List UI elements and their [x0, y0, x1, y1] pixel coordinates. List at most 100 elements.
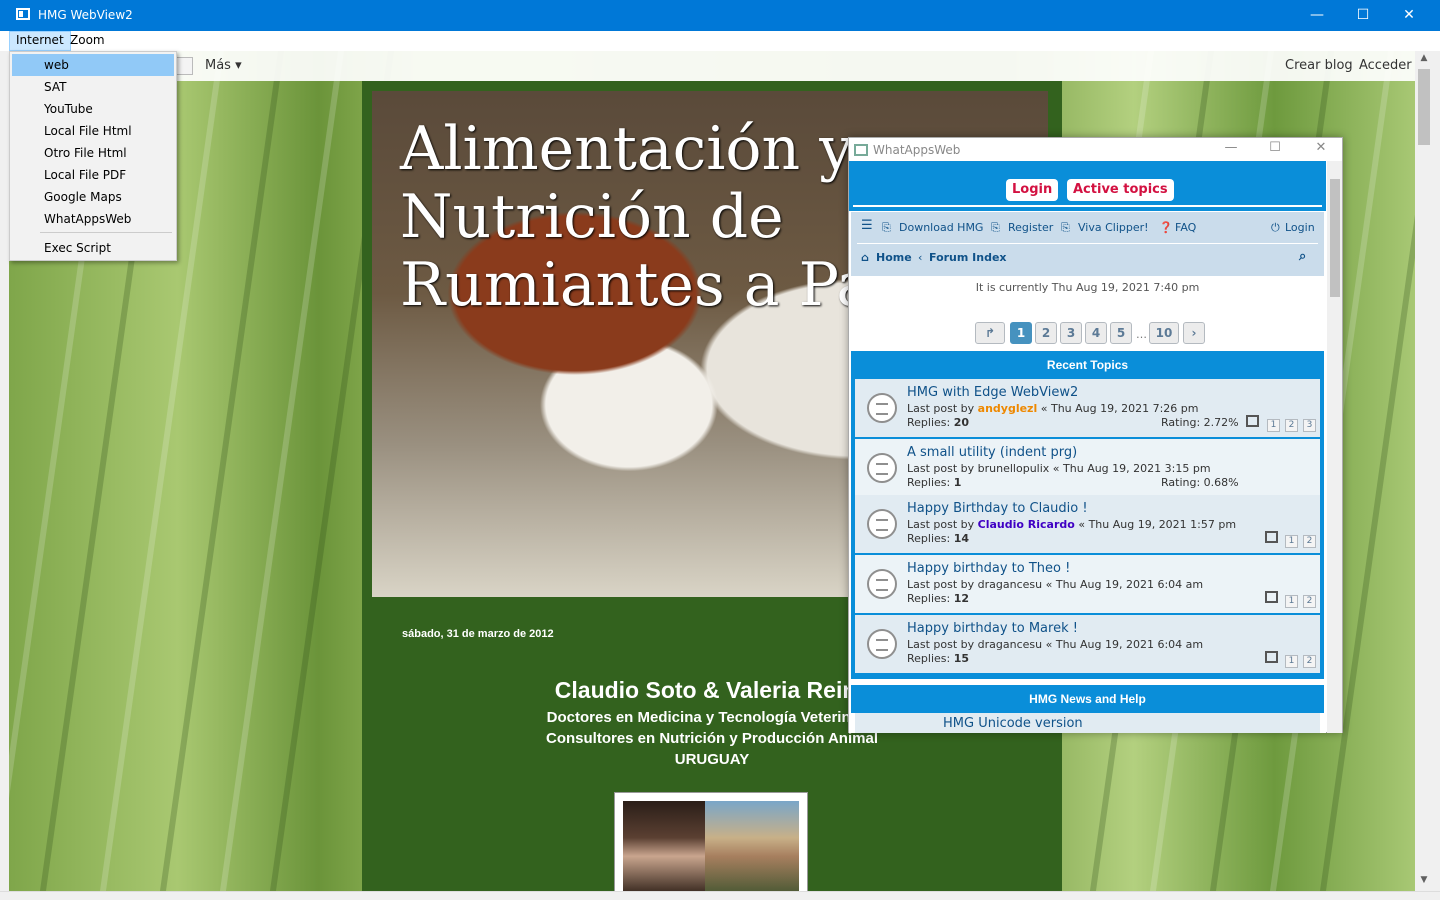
menu-item-whatappsweb[interactable]: WhatAppsWeb — [12, 208, 174, 230]
popup-minimize-button[interactable]: — — [1211, 140, 1251, 155]
mini-page-2[interactable]: 2 — [1303, 595, 1316, 608]
forum-navbar: ☰ ⎘ Download HMG ⎘ Register ⎘ Viva Clipp… — [851, 212, 1324, 276]
close-button[interactable]: ✕ — [1386, 0, 1432, 31]
menu-item-web[interactable]: web — [12, 54, 174, 76]
search-icon[interactable] — [175, 57, 193, 75]
minimize-button[interactable]: — — [1294, 0, 1340, 31]
blogger-navbar: Más ▾ Crear blog Acceder — [9, 51, 1415, 81]
popup-scroll-thumb[interactable] — [1330, 179, 1340, 297]
more-menu[interactable]: Más ▾ — [205, 58, 242, 73]
jump-to-page-icon[interactable]: ↱ — [975, 322, 1005, 344]
page-5[interactable]: 5 — [1110, 322, 1132, 344]
mini-page-1[interactable]: 1 — [1285, 595, 1298, 608]
page-3[interactable]: 3 — [1060, 322, 1082, 344]
menu-item-sat[interactable]: SAT — [12, 76, 174, 98]
breadcrumb-separator: ‹ — [918, 251, 923, 264]
mini-page-1[interactable]: 1 — [1267, 419, 1280, 432]
hamburger-icon[interactable]: ☰ — [861, 218, 873, 233]
page-4[interactable]: 4 — [1085, 322, 1107, 344]
topic-title[interactable]: Happy birthday to Marek ! — [907, 621, 1078, 636]
breadcrumb-forum-index[interactable]: Forum Index — [929, 251, 1007, 264]
nav-login-link[interactable]: Login — [1285, 221, 1315, 234]
whatappsweb-window: WhatAppsWeb — ☐ ✕ Login Active topics ☰ … — [848, 137, 1343, 733]
mini-page-2[interactable]: 2 — [1285, 419, 1298, 432]
topic-author[interactable]: Claudio Ricardo — [978, 518, 1075, 531]
scroll-up-icon[interactable]: ▲ — [1415, 53, 1433, 69]
topic-row[interactable]: Happy birthday to Marek ! Last post by d… — [855, 615, 1320, 673]
topic-row[interactable]: Happy birthday to Theo ! Last post by dr… — [855, 555, 1320, 613]
topic-row[interactable]: A small utility (indent prg) Last post b… — [855, 439, 1320, 497]
title-bar: HMG WebView2 — ☐ ✕ — [0, 0, 1440, 31]
login-button[interactable]: Login — [1006, 179, 1059, 201]
mini-page-1[interactable]: 1 — [1285, 655, 1298, 668]
menu-item-google-maps[interactable]: Google Maps — [12, 186, 174, 208]
post-subtitle-3: URUGUAY — [674, 751, 750, 768]
scroll-down-icon[interactable]: ▼ — [1415, 875, 1433, 891]
topic-icon — [867, 629, 897, 659]
menu-item-youtube[interactable]: YouTube — [12, 98, 174, 120]
popup-scrollbar[interactable] — [1327, 161, 1342, 733]
topic-row[interactable]: HMG with Edge WebView2 Last post by andy… — [855, 379, 1320, 437]
authors-photo — [614, 792, 808, 891]
menu-bar: Internet Zoom — [0, 31, 1440, 51]
next-page-icon[interactable]: › — [1183, 322, 1205, 344]
topic-last-post: Last post by dragancesu « Thu Aug 19, 20… — [907, 638, 1204, 651]
page-1[interactable]: 1 — [1010, 322, 1032, 344]
popup-title-bar: WhatAppsWeb — ☐ ✕ — [849, 138, 1342, 161]
viva-clipper-link[interactable]: Viva Clipper! — [1078, 221, 1149, 234]
faq-link[interactable]: FAQ — [1175, 221, 1196, 234]
power-icon: ⏻ — [1271, 221, 1280, 234]
page-10[interactable]: 10 — [1149, 322, 1179, 344]
app-icon — [16, 8, 30, 20]
topic-title[interactable]: Happy birthday to Theo ! — [907, 561, 1070, 576]
home-icon: ⌂ — [861, 251, 869, 264]
topic-replies: Replies: 14 — [907, 532, 970, 545]
news-row[interactable]: HMG Unicode version — [855, 713, 1320, 733]
pages-icon — [1265, 651, 1278, 663]
menu-zoom[interactable]: Zoom — [64, 31, 111, 51]
mini-page-1[interactable]: 1 — [1285, 535, 1298, 548]
page-2[interactable]: 2 — [1035, 322, 1057, 344]
main-scrollbar[interactable]: ▲ ▼ — [1415, 51, 1433, 891]
popup-close-button[interactable]: ✕ — [1301, 140, 1341, 155]
topic-author[interactable]: andyglezl — [978, 402, 1038, 415]
topic-author[interactable]: brunellopulix — [978, 462, 1050, 475]
mini-page-2[interactable]: 2 — [1303, 535, 1316, 548]
popup-app-icon — [854, 144, 868, 156]
download-icon: ⎘ — [882, 221, 891, 234]
register-icon: ⎘ — [991, 221, 1000, 234]
create-blog-link[interactable]: Crear blog — [1285, 58, 1353, 73]
topic-title[interactable]: Happy Birthday to Claudio ! — [907, 501, 1088, 516]
topic-title[interactable]: A small utility (indent prg) — [907, 445, 1077, 460]
active-topics-button[interactable]: Active topics — [1067, 179, 1174, 201]
maximize-button[interactable]: ☐ — [1340, 0, 1386, 31]
topic-icon — [867, 569, 897, 599]
forum-page[interactable]: Login Active topics ☰ ⎘ Download HMG ⎘ R… — [849, 161, 1326, 733]
sign-in-link[interactable]: Acceder — [1359, 58, 1412, 73]
menu-internet[interactable]: Internet — [9, 31, 71, 51]
pages-icon — [1265, 531, 1278, 543]
faq-icon: ❓ — [1159, 221, 1173, 234]
scroll-thumb[interactable] — [1418, 69, 1430, 145]
topic-rating: Rating: 0.68% — [1161, 476, 1239, 489]
register-link[interactable]: Register — [1008, 221, 1053, 234]
menu-item-exec-script[interactable]: Exec Script — [12, 237, 174, 259]
topic-replies: Replies: 1 — [907, 476, 962, 489]
topic-author[interactable]: dragancesu — [978, 578, 1042, 591]
menu-item-otro-file-html[interactable]: Otro File Html — [12, 142, 174, 164]
menu-item-local-file-pdf[interactable]: Local File PDF — [12, 164, 174, 186]
news-title[interactable]: HMG Unicode version — [943, 716, 1083, 731]
menu-item-local-file-html[interactable]: Local File Html — [12, 120, 174, 142]
popup-maximize-button[interactable]: ☐ — [1255, 140, 1295, 155]
breadcrumb-home[interactable]: Home — [876, 251, 912, 264]
topic-title[interactable]: HMG with Edge WebView2 — [907, 385, 1078, 400]
forum-header: Login Active topics — [849, 161, 1326, 211]
topic-row[interactable]: Happy Birthday to Claudio ! Last post by… — [855, 495, 1320, 553]
topic-author[interactable]: dragancesu — [978, 638, 1042, 651]
recent-topics-header: Recent Topics — [851, 351, 1324, 379]
search-icon[interactable]: ⌕ — [1299, 249, 1306, 264]
mini-page-3[interactable]: 3 — [1303, 419, 1316, 432]
download-hmg-link[interactable]: Download HMG — [899, 221, 983, 234]
mini-page-2[interactable]: 2 — [1303, 655, 1316, 668]
topic-replies: Replies: 15 — [907, 652, 970, 665]
